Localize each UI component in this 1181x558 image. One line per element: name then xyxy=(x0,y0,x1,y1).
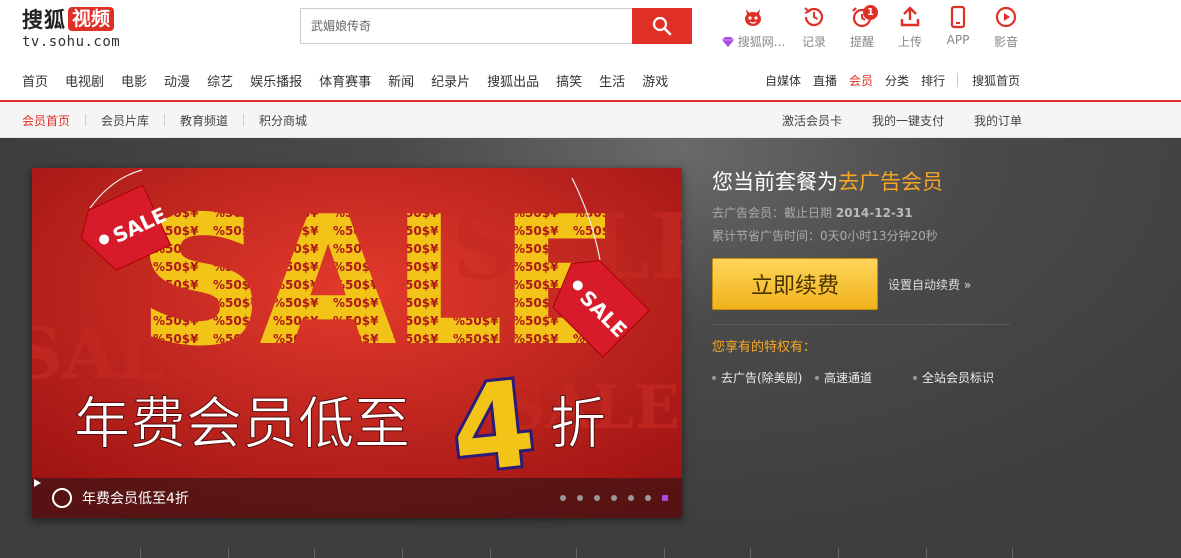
logo-badge: 视频 xyxy=(68,7,115,31)
nav-item-documentary[interactable]: 纪录片 xyxy=(431,71,470,90)
carousel-dot[interactable] xyxy=(611,495,617,501)
renew-row: 立即续费 设置自动续费 » xyxy=(712,258,971,310)
subnav-divider xyxy=(243,114,245,126)
carousel-dot[interactable] xyxy=(628,495,634,501)
privileges-list: 去广告(除美剧) 高速通道 全站会员标识 xyxy=(712,369,994,386)
plan-title: 您当前套餐为去广告会员 xyxy=(712,170,943,194)
nav-item-sports[interactable]: 体育赛事 xyxy=(319,71,371,90)
tool-label: 上传 xyxy=(897,35,922,49)
header-tools: 搜狐网... 记录 1 提醒 上传 APP 影音 xyxy=(716,4,1030,54)
subnav-divider xyxy=(85,114,87,126)
nav-item-news[interactable]: 新闻 xyxy=(388,71,414,90)
history-icon xyxy=(804,7,824,27)
subnav-left: 会员首页 会员片库 教育频道 积分商城 xyxy=(22,102,307,138)
banner-caption-bar: 年费会员低至4折 xyxy=(32,478,682,518)
banner-caption: 年费会员低至4折 xyxy=(82,491,189,507)
logo-domain: tv.sohu.com xyxy=(22,34,121,50)
tool-reminder[interactable]: 1 提醒 xyxy=(838,4,886,54)
carousel-dot-active[interactable] xyxy=(662,495,668,501)
subnav-right: 激活会员卡 我的一键支付 我的订单 xyxy=(752,102,1022,138)
subnav-vip-home[interactable]: 会员首页 xyxy=(22,112,70,129)
subnav-points-mall[interactable]: 积分商城 xyxy=(259,112,307,129)
nav-item-life[interactable]: 生活 xyxy=(599,71,625,90)
reminder-badge: 1 xyxy=(863,5,878,20)
tool-label: 影音 xyxy=(993,35,1018,49)
nav-secondary: 自媒体 直播 会员 分类 排行 搜狐首页 xyxy=(765,60,1032,100)
banner-headline: 年费会员低至 xyxy=(74,392,410,457)
vip-hero: %50$¥ SALE SALE SALE SALE SALE xyxy=(0,138,1181,558)
subnav-divider xyxy=(164,114,166,126)
nav-item-vip[interactable]: 会员 xyxy=(849,72,873,89)
carousel-dot[interactable] xyxy=(594,495,600,501)
expiry-date: 2014-12-31 xyxy=(835,206,913,220)
privileges-title: 您享有的特权有： xyxy=(712,340,817,355)
nav-item-funny[interactable]: 搞笑 xyxy=(556,71,582,90)
nav-item-we-media[interactable]: 自媒体 xyxy=(765,72,801,89)
mascot-icon xyxy=(745,9,761,26)
header: 搜狐 视频 tv.sohu.com 武媚娘传奇 搜狐网... 记录 1 提醒 上… xyxy=(0,0,1181,60)
plan-expiry: 去广告会员：截止日期 2014-12-31 xyxy=(712,206,913,220)
nav-item-tv[interactable]: 电视剧 xyxy=(65,71,104,90)
upload-icon xyxy=(900,6,920,27)
play-icon xyxy=(995,6,1017,28)
nav-item-games[interactable]: 游戏 xyxy=(642,71,668,90)
plan-name: 去广告会员 xyxy=(838,170,943,194)
search-button[interactable] xyxy=(632,8,692,44)
search-input[interactable] xyxy=(301,9,632,43)
nav-item-sohu-home[interactable]: 搜狐首页 xyxy=(972,72,1020,89)
privilege-item: 去广告(除美剧) xyxy=(712,369,815,386)
nav-item-sohu-originals[interactable]: 搜狐出品 xyxy=(487,71,539,90)
logo-text: 搜狐 xyxy=(22,8,66,32)
privilege-item: 全站会员标识 xyxy=(913,369,994,386)
tool-label: 提醒 xyxy=(849,35,874,49)
subnav-activate-card[interactable]: 激活会员卡 xyxy=(782,112,842,129)
nav-item-ranking[interactable]: 排行 xyxy=(921,72,945,89)
carousel-dot[interactable] xyxy=(577,495,583,501)
tool-label: APP xyxy=(946,33,970,47)
nav-item-home[interactable]: 首页 xyxy=(22,71,48,90)
renew-button[interactable]: 立即续费 xyxy=(712,258,878,310)
tool-app[interactable]: APP xyxy=(934,4,982,54)
play-icon xyxy=(34,479,41,487)
nav-categories: 首页 电视剧 电影 动漫 综艺 娱乐播报 体育赛事 新闻 纪录片 搜狐出品 搞笑… xyxy=(22,60,685,100)
tool-label: 搜狐网... xyxy=(737,35,786,49)
bottom-tick-row xyxy=(0,548,1181,558)
nav-item-variety[interactable]: 综艺 xyxy=(207,71,233,90)
banner-big-word: SALE xyxy=(137,178,614,385)
search-box xyxy=(300,8,692,44)
tool-history[interactable]: 记录 xyxy=(790,4,838,54)
nav-item-live[interactable]: 直播 xyxy=(813,72,837,89)
site-logo[interactable]: 搜狐 视频 tv.sohu.com xyxy=(22,6,132,54)
nav-item-movie[interactable]: 电影 xyxy=(121,71,147,90)
subnav-vip-library[interactable]: 会员片库 xyxy=(101,112,149,129)
banner-suffix: 折 xyxy=(550,392,606,457)
info-divider xyxy=(712,324,1010,325)
subnav-education[interactable]: 教育频道 xyxy=(180,112,228,129)
nav-item-categories[interactable]: 分类 xyxy=(885,72,909,89)
carousel-dots xyxy=(549,495,668,501)
nav-item-ent-news[interactable]: 娱乐播报 xyxy=(250,71,302,90)
tool-label: 记录 xyxy=(801,35,826,49)
promo-banner[interactable]: %50$¥ SALE SALE SALE SALE SALE xyxy=(32,168,682,518)
ad-time-saved: 累计节省广告时间：0天0小时13分钟20秒 xyxy=(712,229,938,243)
membership-info: 您当前套餐为去广告会员 去广告会员：截止日期 2014-12-31 累计节省广告… xyxy=(712,166,1032,385)
tool-sohu-home[interactable]: 搜狐网... xyxy=(716,4,790,54)
privilege-item: 高速通道 xyxy=(815,369,913,386)
subnav-my-orders[interactable]: 我的订单 xyxy=(974,112,1022,129)
carousel-dot[interactable] xyxy=(560,495,566,501)
play-button[interactable] xyxy=(34,479,72,508)
search-icon xyxy=(652,16,672,36)
carousel-dot[interactable] xyxy=(645,495,651,501)
sub-nav: 会员首页 会员片库 教育频道 积分商城 激活会员卡 我的一键支付 我的订单 xyxy=(0,102,1181,138)
auto-renew-link[interactable]: 设置自动续费 » xyxy=(888,276,971,293)
banner-artwork: %50$¥ SALE SALE SALE SALE SALE xyxy=(32,168,682,518)
nav-item-anime[interactable]: 动漫 xyxy=(164,71,190,90)
nav-divider xyxy=(957,73,959,87)
tool-upload[interactable]: 上传 xyxy=(886,4,934,54)
subnav-one-click-pay[interactable]: 我的一键支付 xyxy=(872,112,944,129)
phone-icon xyxy=(950,5,966,29)
tool-player[interactable]: 影音 xyxy=(982,4,1030,54)
diamond-icon xyxy=(721,36,734,47)
main-nav: 首页 电视剧 电影 动漫 综艺 娱乐播报 体育赛事 新闻 纪录片 搜狐出品 搞笑… xyxy=(0,60,1181,102)
